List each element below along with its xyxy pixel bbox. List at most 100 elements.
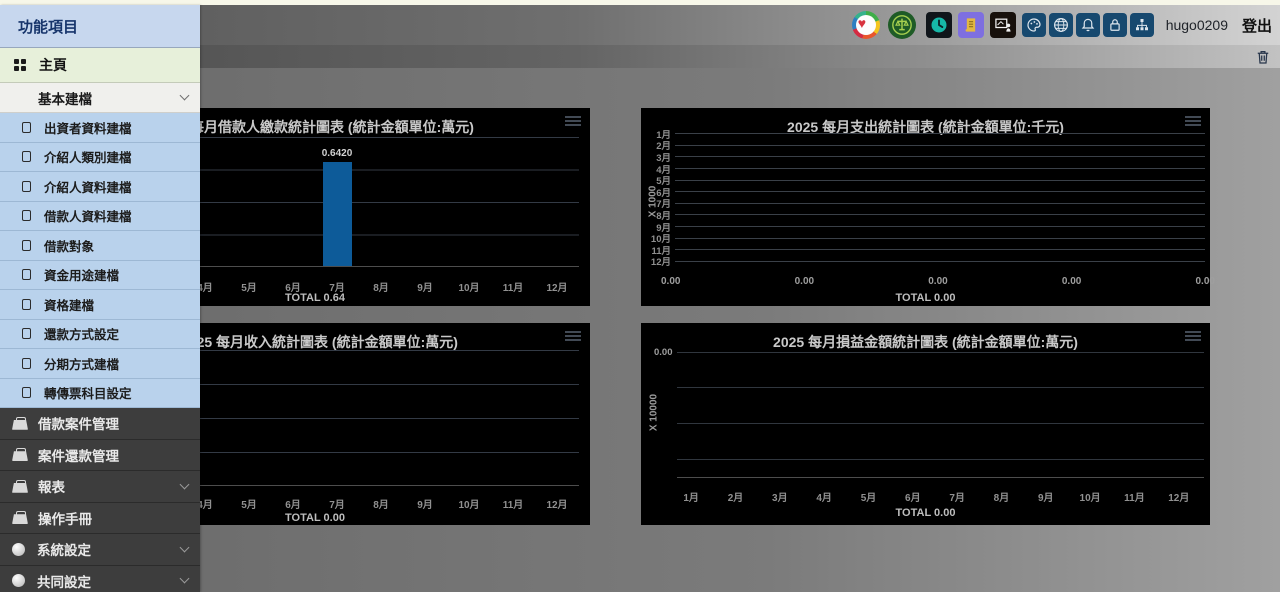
sidebar-item-報表[interactable]: 報表 [0,471,200,503]
month-row: 2月 [641,140,1205,152]
gridline [675,156,1205,157]
sidebar-item-資金用途建檔[interactable]: 資金用途建檔 [0,261,200,291]
sidebar-item-home[interactable]: 主頁 [0,48,200,83]
clock-icon[interactable] [926,12,952,38]
sidebar-item-借款對象[interactable]: 借款對象 [0,231,200,261]
chart-menu-button[interactable] [1185,116,1201,128]
sidebar-item-出資者資料建檔[interactable]: 出資者資料建檔 [0,113,200,143]
square-outline-icon [22,387,31,398]
sidebar-item-案件還款管理[interactable]: 案件還款管理 [0,440,200,472]
month-label: 9月 [1024,489,1068,504]
gridline [675,226,1205,227]
scroll-icon[interactable] [958,12,984,38]
sidebar-item-資格建檔[interactable]: 資格建檔 [0,290,200,320]
gridline [675,145,1205,146]
chart-menu-button[interactable] [1185,331,1201,343]
sidebar-item-分期方式建檔[interactable]: 分期方式建檔 [0,349,200,379]
bell-icon[interactable] [1076,13,1100,37]
sidebar-item-轉傳票科目設定[interactable]: 轉傳票科目設定 [0,379,200,409]
y-axis-scale-label: X 10000 [649,390,660,436]
sidebar-title: 功能項目 [0,5,200,48]
logo-scales-icon[interactable] [888,11,916,39]
month-row: 12月 [641,256,1205,268]
sitemap-icon[interactable] [1130,13,1154,37]
sidebar-item-label: 分期方式建檔 [44,354,119,373]
username[interactable]: hugo0209 [1166,17,1228,33]
sidebar-group-basic[interactable]: 基本建檔 [0,83,200,113]
gridline [677,459,1204,460]
chart-title: 2025 每月借款人繳款統計圖表 (統計金額單位:萬元) [155,117,474,137]
globe-icon[interactable] [1049,13,1073,37]
x-tick-label: 0.00 [661,276,680,287]
y-axis-tick: 0.00 [654,347,673,358]
gridline [675,133,1205,134]
sidebar-item-借款案件管理[interactable]: 借款案件管理 [0,408,200,440]
sidebar-item-介紹人資料建檔[interactable]: 介紹人資料建檔 [0,172,200,202]
month-label: 8月 [979,489,1023,504]
sidebar-item-還款方式設定[interactable]: 還款方式設定 [0,320,200,350]
sidebar-item-借款人資料建檔[interactable]: 借款人資料建檔 [0,202,200,232]
gridline [677,387,1204,388]
sidebar-basic-items: 出資者資料建檔介紹人類別建檔介紹人資料建檔借款人資料建檔借款對象資金用途建檔資格… [0,113,200,408]
sidebar-item-label: 介紹人類別建檔 [44,147,132,166]
gridline [675,180,1205,181]
page: ♥ [0,0,1280,592]
sidebar-item-操作手冊[interactable]: 操作手冊 [0,503,200,535]
palette-icon[interactable] [1022,13,1046,37]
sidebar-item-label: 資金用途建檔 [44,265,119,284]
sidebar-item-介紹人類別建檔[interactable]: 介紹人類別建檔 [0,143,200,173]
square-outline-icon [22,122,31,133]
month-label: 6月 [271,496,315,511]
chart-title: 2025 每月損益金額統計圖表 (統計金額單位:萬元) [641,332,1210,352]
sidebar-item-系統設定[interactable]: 系統設定 [0,534,200,566]
lock-icon[interactable] [1103,13,1127,37]
logo-flower-icon[interactable]: ♥ [852,11,880,39]
gridline [675,214,1205,215]
month-label: 2月 [713,489,757,504]
sidebar-item-label: 借款人資料建檔 [44,206,132,225]
month-label: 5月 [227,496,271,511]
chart-menu-button[interactable] [565,331,581,343]
month-row: 10月 [641,232,1205,244]
chevron-down-icon [180,479,190,489]
sidebar-item-label: 出資者資料建檔 [44,118,132,137]
x-tick-label: 0.00 [1196,276,1215,287]
sidebar-item-label: 還款方式設定 [44,324,119,343]
month-rows: 1月2月3月4月5月6月7月8月9月10月11月12月 [641,128,1205,267]
chevron-down-icon [180,574,190,584]
x-axis-labels: 1月2月3月4月5月6月7月8月9月10月11月12月 [669,489,1201,504]
chart-total: TOTAL 0.00 [641,507,1210,519]
logout-button[interactable]: 登出 [1242,15,1272,36]
month-row: 3月 [641,151,1205,163]
sidebar-item-label: 報表 [38,476,65,496]
month-label: 8月 [359,496,403,511]
gridline [677,352,1204,353]
square-outline-icon [22,181,31,192]
chart-menu-button[interactable] [565,116,581,128]
square-outline-icon [22,240,31,251]
x-tick-label: 0.00 [795,276,814,287]
sidebar-item-共同設定[interactable]: 共同設定 [0,566,200,592]
chevron-down-icon [180,542,190,552]
month-row: 9月 [641,221,1205,233]
heart-glyph: ♥ [858,15,866,31]
month-label: 12月 [641,254,675,268]
month-label: 3月 [758,489,802,504]
sidebar-item-label: 主頁 [39,55,67,75]
gridline [675,203,1205,204]
sidebar-group-label: 基本建檔 [38,88,92,108]
square-outline-icon [22,358,31,369]
gridline [677,423,1204,424]
x-tick-label: 0.00 [1062,276,1081,287]
presentation-icon[interactable] [990,12,1016,38]
sidebar-item-label: 介紹人資料建檔 [44,177,132,196]
gridline [675,168,1205,169]
trash-icon[interactable] [1254,48,1272,66]
chart-panel-expense: 2025 每月支出統計圖表 (統計金額單位:千元) X 1000 1月2月3月4… [641,108,1210,306]
briefcase-icon [12,511,28,524]
sidebar-item-label: 轉傳票科目設定 [44,383,132,402]
sidebar-item-label: 操作手冊 [38,508,92,528]
briefcase-icon [12,417,28,430]
square-outline-icon [22,151,31,162]
month-label: 12月 [1157,489,1201,504]
